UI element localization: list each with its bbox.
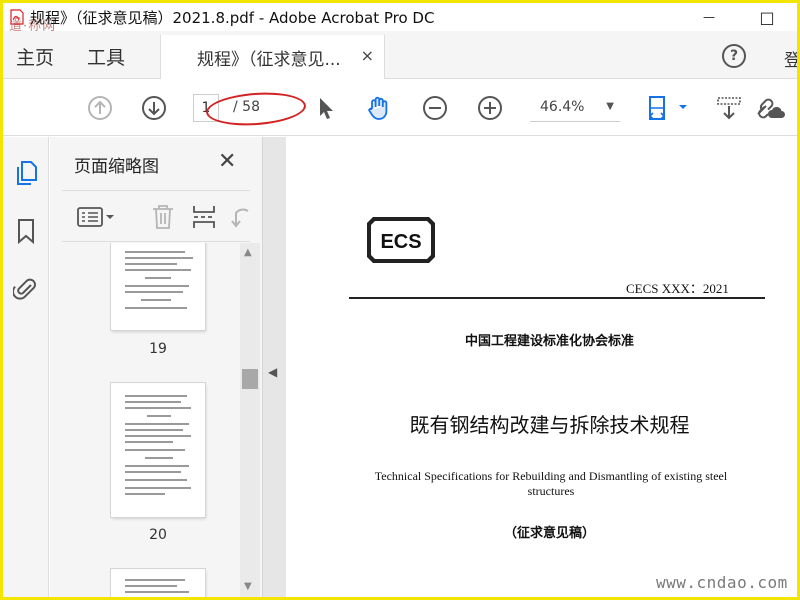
insert-page-icon[interactable] bbox=[190, 203, 218, 231]
thumbnail-list: 19 20 bbox=[50, 243, 240, 597]
document-title: 既有钢结构改建与拆除技术规程 bbox=[409, 413, 690, 437]
toolbar: 1 / 58 46.4% ▼ bbox=[3, 80, 797, 136]
home-menu[interactable]: 主页 bbox=[16, 43, 54, 70]
minimize-icon: — bbox=[703, 10, 715, 24]
page-thumbnail[interactable] bbox=[111, 243, 205, 330]
close-icon[interactable]: ✕ bbox=[218, 149, 236, 174]
login-button[interactable]: 登 bbox=[784, 46, 797, 71]
zoom-in-icon[interactable] bbox=[476, 94, 504, 122]
maximize-icon: □ bbox=[759, 7, 775, 27]
page-thumbnails-panel: 页面缩略图 ✕ 19 20 ▲ ▼ bbox=[50, 137, 262, 597]
document-page-view: ECS CECS XXX：2021 中国工程建设标准化协会标准 既有钢结构改建与… bbox=[286, 137, 797, 597]
thumbnail-options-icon[interactable] bbox=[76, 203, 116, 231]
hand-icon[interactable] bbox=[365, 94, 393, 122]
help-icon[interactable]: ? bbox=[722, 44, 746, 68]
document-tab[interactable]: 规程》（征求意见... × bbox=[160, 35, 385, 79]
tools-menu[interactable]: 工具 bbox=[87, 43, 125, 70]
bookmark-icon[interactable] bbox=[13, 217, 39, 245]
chevron-down-icon: ▼ bbox=[606, 101, 614, 112]
close-tab-icon[interactable]: × bbox=[361, 46, 374, 65]
thumbnail-scrollbar[interactable]: ▲ ▼ bbox=[240, 243, 260, 597]
english-title: Technical Specifications for Rebuilding … bbox=[374, 469, 728, 498]
thumbnail-page-number: 19 bbox=[149, 341, 167, 357]
scrollbar-thumb[interactable] bbox=[242, 369, 258, 389]
scrolling-mode-icon[interactable] bbox=[715, 94, 743, 122]
header-rule bbox=[349, 297, 765, 299]
acrobat-window: 道·称网 规程》（征求意见稿）2021.8.pdf - Adobe Acroba… bbox=[3, 3, 797, 597]
draft-label: （征求意见稿） bbox=[503, 526, 595, 541]
site-watermark: www.cndao.com bbox=[656, 573, 788, 592]
minimize-button[interactable]: — bbox=[686, 3, 732, 31]
arrow-down-circle-icon[interactable] bbox=[140, 94, 168, 122]
page-thumbnails-icon[interactable] bbox=[13, 159, 39, 187]
undo-icon[interactable] bbox=[228, 203, 250, 231]
title-bar: 道·称网 规程》（征求意见稿）2021.8.pdf - Adobe Acroba… bbox=[3, 3, 797, 34]
menu-bar: 主页 工具 规程》（征求意见... × ? 登 bbox=[3, 31, 797, 79]
standard-code: CECS XXX：2021 bbox=[626, 281, 729, 296]
ecs-logo-text: ECS bbox=[380, 231, 421, 253]
collapse-panel-icon[interactable]: ◀ bbox=[268, 365, 277, 379]
scroll-up-icon[interactable]: ▲ bbox=[244, 247, 252, 258]
organization-heading: 中国工程建设标准化协会标准 bbox=[464, 334, 634, 349]
arrow-up-circle-icon[interactable] bbox=[86, 94, 114, 122]
maximize-button[interactable]: □ bbox=[744, 3, 790, 31]
panel-title: 页面缩略图 bbox=[74, 157, 159, 177]
cursor-arrow-icon[interactable] bbox=[312, 94, 340, 122]
zoom-level-select[interactable]: 46.4% ▼ bbox=[530, 94, 620, 122]
fit-page-icon[interactable] bbox=[646, 94, 690, 122]
link-cloud-icon[interactable] bbox=[752, 94, 786, 122]
ecs-logo: ECS bbox=[367, 217, 435, 263]
delete-icon[interactable] bbox=[149, 203, 177, 231]
panel-toolbar bbox=[62, 190, 250, 242]
scroll-down-icon[interactable]: ▼ bbox=[244, 581, 252, 592]
page-thumbnail[interactable] bbox=[111, 569, 205, 597]
window-title: 规程》（征求意见稿）2021.8.pdf - Adobe Acrobat Pro… bbox=[30, 9, 435, 27]
zoom-out-icon[interactable] bbox=[421, 94, 449, 122]
document-tab-label: 规程》（征求意见... bbox=[197, 50, 341, 70]
left-navigation-rail bbox=[3, 137, 49, 597]
panel-splitter[interactable]: ◀ bbox=[262, 137, 286, 597]
page-thumbnail[interactable] bbox=[111, 383, 205, 517]
attachment-icon[interactable] bbox=[13, 275, 39, 303]
thumbnail-page-number: 20 bbox=[149, 527, 167, 543]
zoom-level-value: 46.4% bbox=[540, 99, 585, 115]
